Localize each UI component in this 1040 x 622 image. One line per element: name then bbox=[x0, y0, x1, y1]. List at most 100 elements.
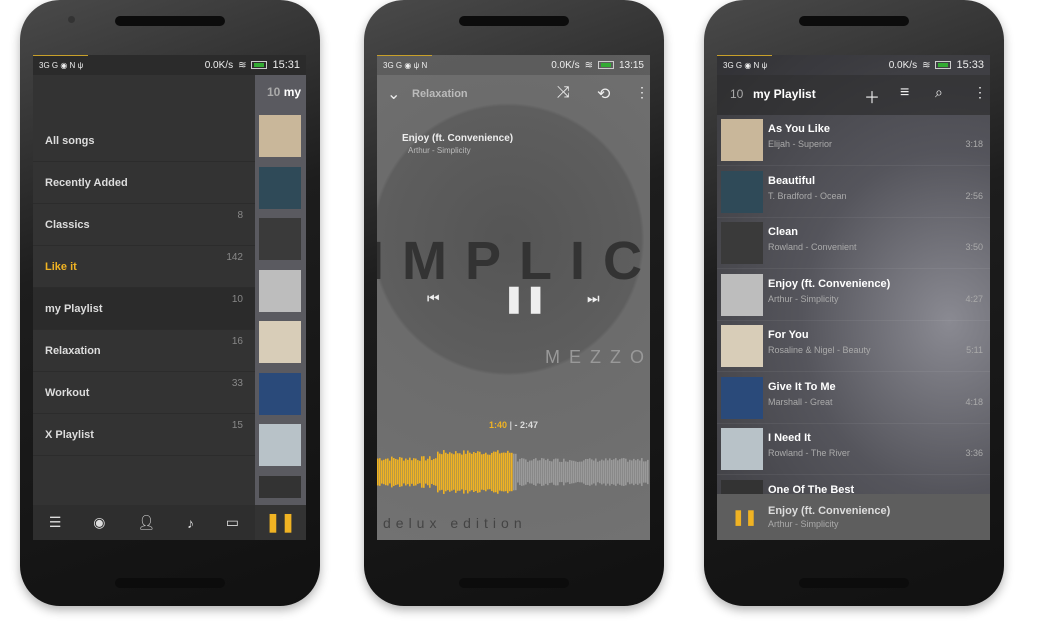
chevron-down-icon[interactable]: ⌄ bbox=[387, 84, 400, 104]
drawer-item[interactable]: my Playlist 10 bbox=[33, 288, 255, 330]
screen: 3G G ◉ ψ N 0.0K/s ≋ 13:15 ⌄ Relaxation ⤨ ⟲ … bbox=[377, 55, 650, 540]
drawer-item-count: 33 bbox=[231, 378, 243, 389]
song-row[interactable]: Beautiful T. Bradford - Ocean 2:56 bbox=[717, 167, 990, 218]
now-playing-title: Enjoy (ft. Convenience) bbox=[768, 505, 891, 517]
playlist-peek[interactable]: 10 my ❚❚ bbox=[255, 75, 306, 540]
add-icon[interactable]: ＋ bbox=[864, 84, 880, 108]
waveform-bar bbox=[617, 460, 619, 484]
waveform-bar bbox=[509, 452, 511, 492]
waveform-bar bbox=[533, 459, 535, 485]
album-thumbnail bbox=[721, 428, 763, 470]
drawer-item[interactable]: Like it 142 bbox=[33, 246, 255, 288]
waveform-bar bbox=[535, 458, 537, 486]
waveform-bar bbox=[499, 453, 501, 491]
shuffle-icon[interactable]: ⤨ bbox=[557, 84, 570, 102]
song-title: Enjoy (ft. Convenience) bbox=[768, 277, 891, 290]
drawer-item-label: Like it bbox=[45, 260, 77, 273]
waveform-bar bbox=[403, 460, 405, 484]
artist-icon[interactable]: 👤︎ bbox=[137, 514, 155, 531]
waveform-bar bbox=[425, 460, 427, 484]
waveform-bar bbox=[563, 458, 565, 486]
waveform-bar bbox=[431, 460, 433, 484]
pause-icon[interactable]: ❚❚ bbox=[732, 508, 757, 526]
toolbar: 10 my Playlist ＋ ≡ ⌕ ⋮ bbox=[717, 75, 990, 115]
sort-icon[interactable]: ≡ bbox=[900, 84, 909, 102]
waveform-bar bbox=[601, 459, 603, 485]
waveform-bar bbox=[435, 458, 437, 486]
waveform-bar bbox=[383, 459, 385, 485]
album-thumbnail bbox=[259, 218, 301, 260]
album-thumbnail bbox=[721, 376, 763, 419]
waveform-bar bbox=[627, 461, 629, 483]
waveform-bar bbox=[525, 459, 527, 485]
album-thumbnail bbox=[721, 273, 763, 316]
song-row[interactable]: Clean Rowland - Convenient 3:50 bbox=[717, 218, 990, 269]
song-row[interactable]: As You Like Elijah - Superior 3:18 bbox=[717, 115, 990, 166]
drawer-item[interactable]: Relaxation 16 bbox=[33, 330, 255, 372]
album-thumbnail bbox=[259, 424, 301, 466]
waveform-bar bbox=[385, 458, 387, 486]
drawer-item[interactable]: Recently Added bbox=[33, 162, 255, 204]
waveform-bar bbox=[427, 458, 429, 486]
waveform-bar bbox=[537, 460, 539, 484]
waveform-bar bbox=[539, 460, 541, 484]
song-icon[interactable]: ♪ bbox=[187, 515, 194, 531]
next-icon[interactable]: ⏭︎ bbox=[587, 290, 600, 307]
song-row[interactable]: For You Rosaline & Nigel - Beauty 5:11 bbox=[717, 321, 990, 372]
waveform-bar bbox=[469, 452, 471, 492]
waveform-bar bbox=[461, 454, 463, 490]
list-icon[interactable]: ☰ bbox=[49, 514, 62, 531]
waveform-bar bbox=[625, 458, 627, 486]
song-title: Beautiful bbox=[768, 174, 816, 187]
waveform-bar bbox=[635, 460, 637, 484]
waveform-bar bbox=[417, 460, 419, 484]
repeat-icon[interactable]: ⟲ bbox=[597, 84, 610, 104]
waveform-bar bbox=[527, 461, 529, 483]
waveform-bar bbox=[559, 461, 561, 483]
folder-icon[interactable]: ▭ bbox=[226, 514, 239, 531]
song-row[interactable]: Give It To Me Marshall - Great 4:18 bbox=[717, 373, 990, 424]
song-title: For You bbox=[768, 329, 809, 341]
drawer-item[interactable]: X Playlist 15 bbox=[33, 414, 255, 456]
album-icon[interactable]: ◉ bbox=[93, 514, 105, 531]
waveform-bar bbox=[503, 452, 505, 492]
waveform-bar bbox=[463, 450, 465, 494]
song-row[interactable]: Enjoy (ft. Convenience) Arthur - Simplici… bbox=[717, 270, 990, 321]
song-duration: 5:11 bbox=[966, 345, 983, 355]
waveform-bar bbox=[581, 461, 583, 483]
waveform-bar bbox=[399, 457, 401, 487]
pause-icon[interactable]: ❚❚ bbox=[255, 505, 306, 540]
title: my bbox=[283, 85, 302, 99]
search-icon[interactable]: ⌕ bbox=[935, 84, 943, 101]
waveform-bar bbox=[453, 454, 455, 490]
waveform-bar bbox=[379, 458, 381, 486]
waveform-bar bbox=[465, 453, 467, 491]
more-icon[interactable]: ⋮ bbox=[635, 84, 649, 101]
navigation-drawer: All songs Recently Added Classics 8 Like it 1… bbox=[33, 75, 255, 540]
waveform-bar bbox=[647, 459, 649, 485]
waveform-bar bbox=[439, 453, 441, 491]
album-art-brand: MEZZO bbox=[545, 347, 650, 367]
drawer-item-count: 15 bbox=[231, 420, 243, 431]
waveform-bar bbox=[429, 456, 431, 488]
waveform-bar bbox=[487, 454, 489, 490]
waveform-bar bbox=[549, 460, 551, 484]
song-count: 10 bbox=[730, 87, 744, 101]
waveform-seekbar[interactable] bbox=[377, 440, 650, 510]
drawer-item[interactable]: Classics 8 bbox=[33, 204, 255, 246]
song-artist: Rowland - Convenient bbox=[768, 242, 857, 252]
previous-icon[interactable]: ⏮︎ bbox=[427, 290, 440, 307]
waveform-bar bbox=[493, 451, 495, 493]
waveform-bar bbox=[517, 461, 519, 483]
song-row[interactable]: I Need It Rowland - The River 3:36 bbox=[717, 424, 990, 475]
more-icon[interactable]: ⋮ bbox=[973, 84, 987, 101]
waveform-bar bbox=[561, 461, 563, 483]
song-artist: Marshall - Great bbox=[768, 396, 833, 407]
pause-icon[interactable]: ❚❚ bbox=[503, 283, 547, 314]
waveform-bar bbox=[611, 460, 613, 484]
drawer-item[interactable]: All songs bbox=[33, 120, 255, 162]
song-duration: 3:36 bbox=[965, 448, 983, 458]
drawer-item[interactable]: Workout 33 bbox=[33, 372, 255, 414]
now-playing-bar[interactable]: ❚❚ Enjoy (ft. Convenience) Arthur - Simp… bbox=[717, 494, 990, 540]
song-title: Give It To Me bbox=[768, 380, 836, 393]
